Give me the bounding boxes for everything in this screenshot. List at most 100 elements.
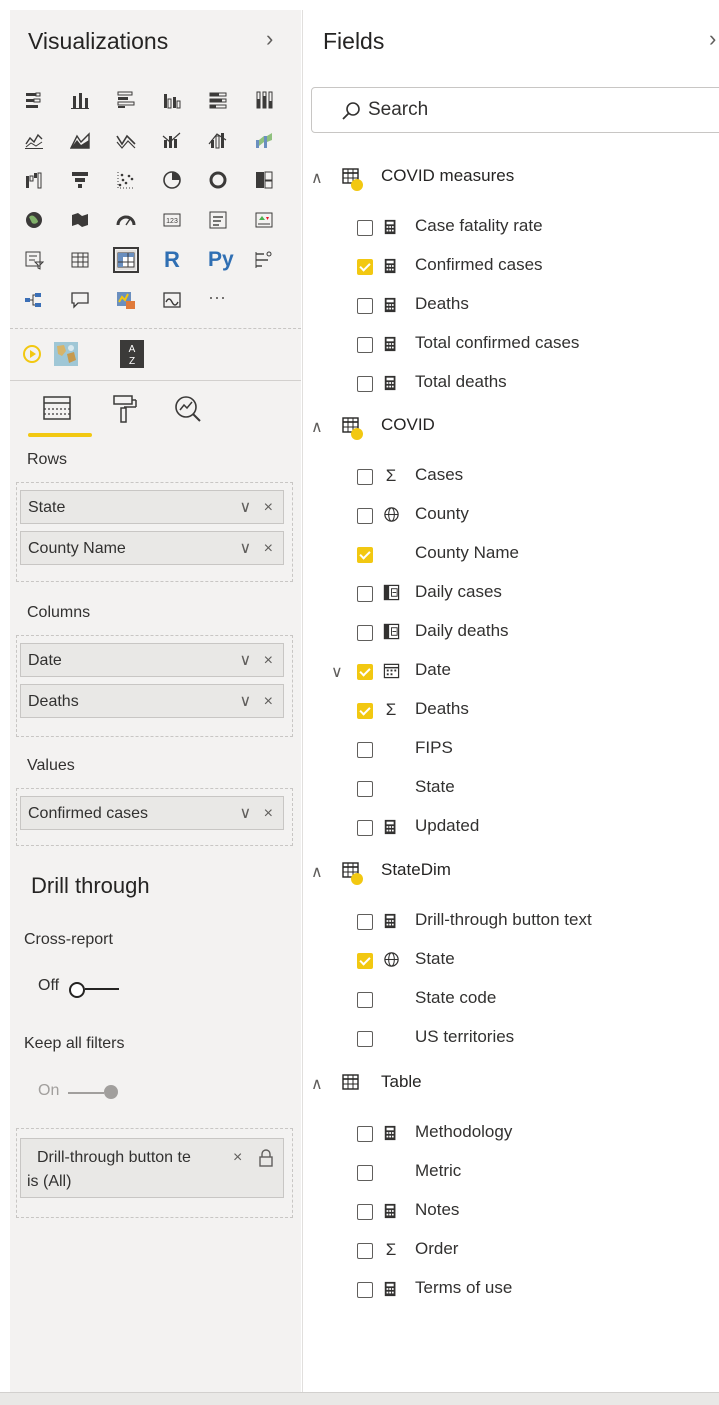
area-chart-icon[interactable]	[70, 130, 90, 150]
field-checkbox[interactable]	[357, 1031, 373, 1047]
100pct-bar-icon[interactable]	[208, 90, 228, 110]
field-item[interactable]: US territories	[303, 1026, 719, 1056]
donut-icon[interactable]	[208, 170, 228, 190]
collapse-table-icon[interactable]: ∧	[311, 168, 323, 188]
slicer-icon[interactable]	[24, 250, 44, 270]
kpi-icon[interactable]	[254, 210, 274, 230]
search-input[interactable]: Search	[311, 87, 719, 133]
field-checkbox[interactable]	[357, 1243, 373, 1259]
qa-icon[interactable]	[70, 290, 90, 310]
field-item[interactable]: Σ Deaths	[303, 698, 719, 728]
smart-narrative-icon[interactable]	[116, 290, 136, 310]
waterfall-icon[interactable]	[24, 170, 44, 190]
power-automate-icon[interactable]	[22, 344, 42, 364]
well-controls-icon[interactable]: ∨ ×	[240, 691, 278, 711]
line-column-icon[interactable]	[162, 130, 182, 150]
field-item[interactable]: ∨ Date	[303, 659, 719, 689]
columns-field-date[interactable]: Date ∨ ×	[20, 643, 284, 677]
field-item[interactable]: Deaths	[303, 293, 719, 323]
rows-field-state[interactable]: State ∨ ×	[20, 490, 284, 524]
field-item[interactable]: State	[303, 948, 719, 978]
field-item[interactable]: Drill-through button text	[303, 909, 719, 939]
table-header[interactable]: ∧ StateDim	[303, 859, 719, 889]
stacked-area-icon[interactable]	[116, 130, 136, 150]
filled-map-icon[interactable]	[70, 210, 90, 230]
field-checkbox[interactable]	[357, 914, 373, 930]
field-item[interactable]: Σ Cases	[303, 464, 719, 494]
field-item[interactable]: Daily deaths	[303, 620, 719, 650]
field-item[interactable]: State code	[303, 987, 719, 1017]
pie-icon[interactable]	[162, 170, 182, 190]
field-checkbox[interactable]	[357, 625, 373, 641]
ribbon-chart-icon[interactable]	[254, 130, 274, 150]
paginated-report-icon[interactable]	[162, 290, 182, 310]
format-tab-icon[interactable]	[108, 394, 140, 424]
analytics-tab-icon[interactable]	[172, 394, 204, 424]
field-item[interactable]: Confirmed cases	[303, 254, 719, 284]
collapse-visualizations-icon[interactable]: ›	[266, 26, 273, 52]
collapse-fields-icon[interactable]: ›	[709, 26, 716, 52]
field-item[interactable]: Notes	[303, 1199, 719, 1229]
field-item[interactable]: County	[303, 503, 719, 533]
field-item[interactable]: Updated	[303, 815, 719, 845]
python-visual-icon[interactable]: Py	[208, 249, 238, 270]
field-item[interactable]: Total confirmed cases	[303, 332, 719, 362]
key-influencers-icon[interactable]	[254, 250, 274, 270]
well-controls-icon[interactable]: ∨ ×	[240, 538, 278, 558]
field-item[interactable]: Methodology	[303, 1121, 719, 1151]
matrix-icon[interactable]	[113, 247, 139, 273]
well-controls-icon[interactable]: ∨ ×	[240, 497, 278, 517]
table-header[interactable]: ∧ Table	[303, 1071, 719, 1101]
keep-filters-toggle[interactable]	[68, 1084, 122, 1100]
lock-icon[interactable]	[257, 1149, 275, 1167]
multirow-card-icon[interactable]	[208, 210, 228, 230]
100pct-column-icon[interactable]	[254, 90, 274, 110]
columns-field-deaths[interactable]: Deaths ∨ ×	[20, 684, 284, 718]
field-checkbox[interactable]	[357, 547, 373, 563]
clustered-column-icon[interactable]	[162, 90, 182, 110]
field-checkbox[interactable]	[357, 376, 373, 392]
more-icon[interactable]: ···	[208, 288, 228, 310]
field-checkbox[interactable]	[357, 664, 373, 680]
sort-az-icon[interactable]: AZ	[120, 340, 144, 368]
values-field-confirmed-cases[interactable]: Confirmed cases ∨ ×	[20, 796, 284, 830]
field-checkbox[interactable]	[357, 1126, 373, 1142]
line-chart-icon[interactable]	[24, 130, 44, 150]
field-item[interactable]: County Name	[303, 542, 719, 572]
field-item[interactable]: Daily cases	[303, 581, 719, 611]
field-checkbox[interactable]	[357, 1282, 373, 1298]
stacked-column-icon[interactable]	[70, 90, 90, 110]
map-icon[interactable]	[24, 210, 44, 230]
field-checkbox[interactable]	[357, 953, 373, 969]
field-checkbox[interactable]	[357, 820, 373, 836]
stacked-bar-icon[interactable]	[24, 90, 44, 110]
field-checkbox[interactable]	[357, 259, 373, 275]
table-icon[interactable]	[70, 250, 90, 270]
remove-filter-icon[interactable]: ×	[233, 1149, 242, 1167]
clustered-bar-icon[interactable]	[116, 90, 136, 110]
field-item[interactable]: State	[303, 776, 719, 806]
table-header[interactable]: ∧ COVID measures	[303, 165, 719, 195]
field-item[interactable]: Case fatality rate	[303, 215, 719, 245]
rows-field-county-name[interactable]: County Name ∨ ×	[20, 531, 284, 565]
card-icon[interactable]: 123	[162, 210, 182, 230]
well-controls-icon[interactable]: ∨ ×	[240, 803, 278, 823]
field-checkbox[interactable]	[357, 508, 373, 524]
field-checkbox[interactable]	[357, 742, 373, 758]
fields-tab-icon[interactable]	[42, 394, 74, 424]
field-checkbox[interactable]	[357, 1165, 373, 1181]
funnel-icon[interactable]	[70, 170, 90, 190]
field-item[interactable]: Total deaths	[303, 371, 719, 401]
gauge-icon[interactable]	[116, 210, 136, 230]
collapse-table-icon[interactable]: ∧	[311, 862, 323, 882]
line-clustered-column-icon[interactable]	[208, 130, 228, 150]
expand-hierarchy-icon[interactable]: ∨	[331, 662, 343, 682]
field-item[interactable]: FIPS	[303, 737, 719, 767]
field-checkbox[interactable]	[357, 337, 373, 353]
field-checkbox[interactable]	[357, 586, 373, 602]
field-item[interactable]: Metric	[303, 1160, 719, 1190]
field-checkbox[interactable]	[357, 703, 373, 719]
decomposition-tree-icon[interactable]	[24, 290, 44, 310]
field-checkbox[interactable]	[357, 1204, 373, 1220]
r-visual-icon[interactable]: R	[162, 249, 182, 271]
